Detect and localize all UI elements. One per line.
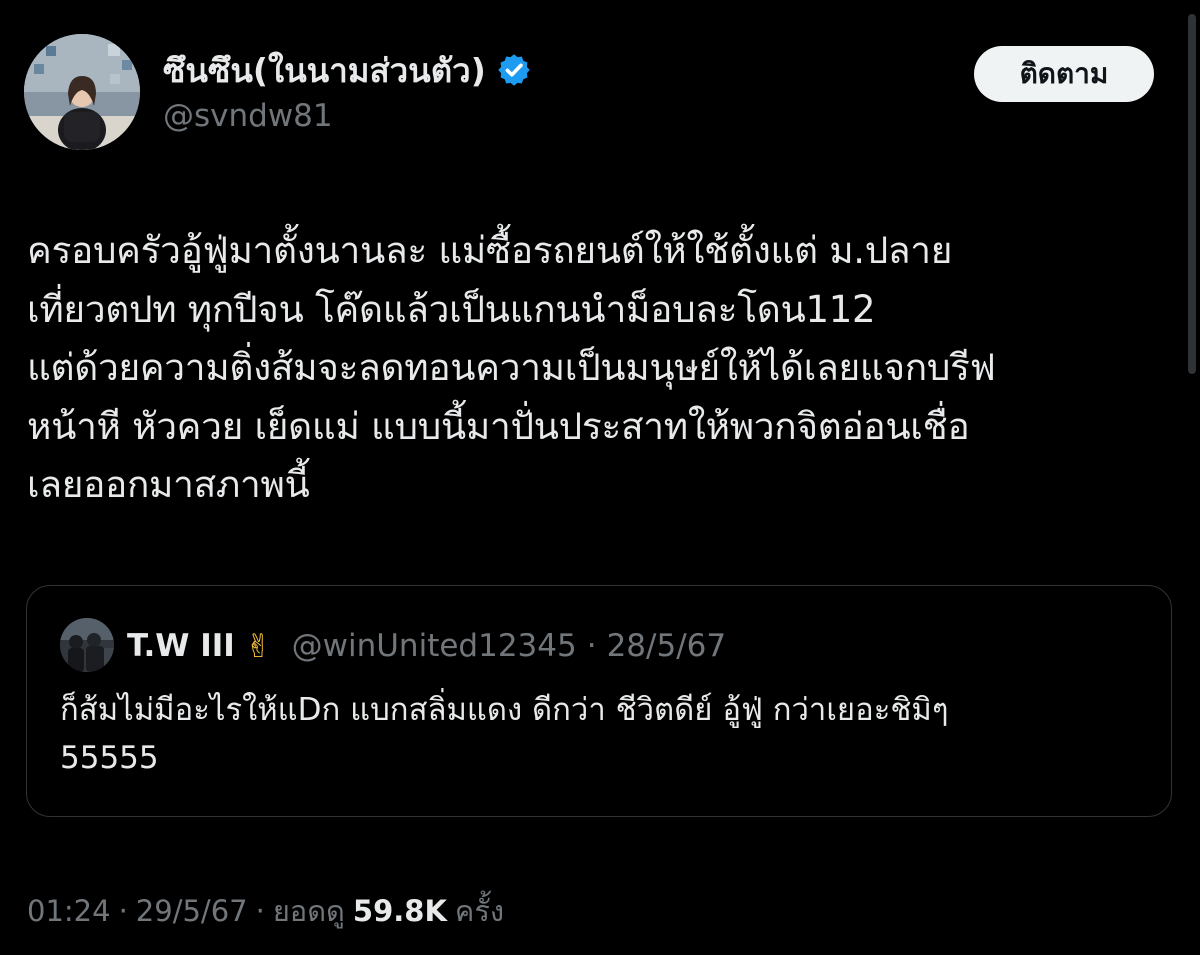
- avatar-photo-icon: [24, 34, 140, 150]
- author-name-row: ซึนซึน(ในนามส่วนตัว): [163, 48, 532, 92]
- avatar-photo-icon: [60, 618, 114, 672]
- separator-dot: ·: [255, 894, 265, 928]
- tweet-text-line: หน้าหี หัวควย เย็ดแม่ แบบนี้มาปั่นประสาท…: [27, 404, 970, 448]
- quoted-author-avatar[interactable]: [60, 618, 114, 672]
- tweet-text-line: ครอบครัวอู้ฟู่มาตั้งนานละ แม่ซื้อรถยนต์ใ…: [27, 229, 953, 272]
- quoted-author-name[interactable]: T.W III: [127, 628, 235, 664]
- quoted-tweet-text: ก็ส้มไม่มีอะไรให้แDก แบกสลิ่มแดง ดีกว่า …: [60, 686, 1150, 782]
- victory-hand-icon: ✌: [244, 627, 272, 665]
- author-handle[interactable]: @svndw81: [163, 98, 333, 134]
- quoted-tweet-date[interactable]: 28/5/67: [607, 628, 727, 664]
- verified-badge-icon[interactable]: [496, 52, 532, 88]
- tweet-time[interactable]: 01:24: [27, 894, 111, 928]
- author-display-name[interactable]: ซึนซึน(ในนามส่วนตัว): [163, 44, 486, 97]
- quoted-tweet-card[interactable]: T.W III ✌ @winUnited12345 · 28/5/67 ก็ส้…: [26, 585, 1172, 817]
- views-suffix: ครั้ง: [454, 894, 505, 928]
- quoted-tweet-header: T.W III ✌ @winUnited12345 · 28/5/67: [127, 624, 726, 668]
- quoted-text-line: ก็ส้มไม่มีอะไรให้แDก แบกสลิ่มแดง ดีกว่า …: [60, 692, 949, 728]
- tweet-text: ครอบครัวอู้ฟู่มาตั้งนานละ แม่ซื้อรถยนต์ใ…: [27, 222, 1172, 515]
- tweet-date[interactable]: 29/5/67: [136, 894, 248, 928]
- quoted-text-line: 55555: [60, 740, 159, 776]
- views-count[interactable]: 59.8K: [353, 894, 447, 928]
- follow-button[interactable]: ติดตาม: [974, 46, 1154, 102]
- tweet-text-line: แต่ด้วยความติ่งส้มจะลดทอนความเป็นมนุษย์ใ…: [27, 346, 996, 389]
- views-label: ยอดดู: [272, 894, 345, 928]
- author-avatar[interactable]: [24, 34, 140, 150]
- quoted-author-handle[interactable]: @winUnited12345: [292, 628, 577, 664]
- separator-dot: ·: [586, 628, 597, 664]
- tweet-text-line: เลยออกมาสภาพนี้: [27, 463, 310, 506]
- tweet-meta: 01:24 · 29/5/67 · ยอดดู 59.8K ครั้ง: [27, 888, 504, 934]
- separator-dot: ·: [118, 894, 128, 928]
- tweet-text-line: เที่ยวตปท ทุกปีจน โค๊ดแล้วเป็นแกนนำม็อบล…: [27, 287, 876, 331]
- scrollbar[interactable]: [1188, 14, 1196, 374]
